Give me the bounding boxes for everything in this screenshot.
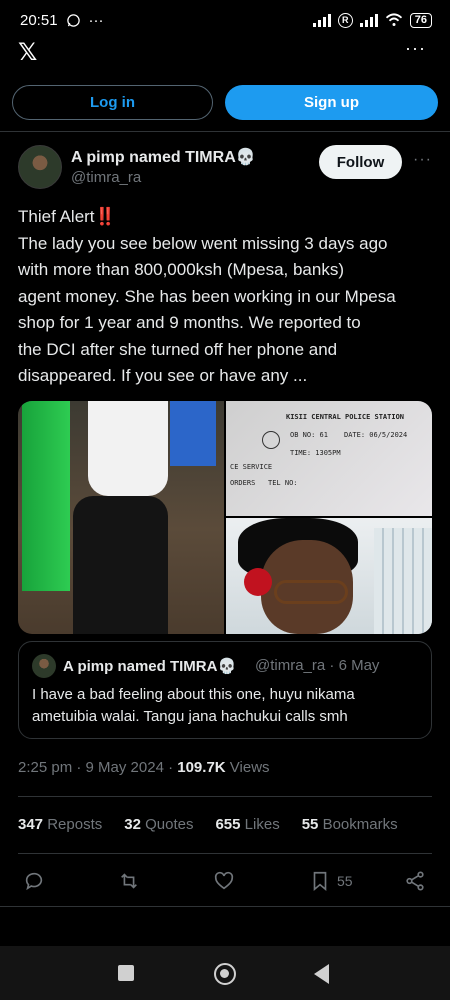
tweet-timestamp: 2:25 pm · 9 May 2024 · 109.7K Views xyxy=(18,759,270,776)
likes-stat[interactable]: 655 Likes xyxy=(215,816,279,833)
tweet-author: A pimp named TIMRA💀 @timra_ra Follow ··· xyxy=(18,145,432,191)
divider xyxy=(18,796,432,797)
doc-service: CE SERVICE xyxy=(230,463,273,471)
tweet-actions: 55 xyxy=(0,866,450,896)
tweet-media: KISII CENTRAL POLICE STATION OB NO: 61 D… xyxy=(18,401,432,634)
tweet-line: the DCI after she turned off her phone a… xyxy=(18,339,338,359)
system-nav-bar xyxy=(0,946,450,1000)
heart-icon xyxy=(214,871,234,890)
recent-apps-icon[interactable] xyxy=(118,965,134,981)
whatsapp-icon xyxy=(66,13,80,27)
top-bar: 𝕏 ··· xyxy=(0,38,450,66)
roaming-icon: R xyxy=(337,12,353,28)
login-button[interactable]: Log in xyxy=(12,85,213,120)
status-bar: 20:51 ··· R 76 xyxy=(0,0,450,40)
share-button[interactable] xyxy=(404,866,426,896)
back-icon[interactable] xyxy=(314,964,329,984)
tweet-line: disappeared. If you see or have any ... xyxy=(18,366,308,385)
quotes-stat[interactable]: 32 Quotes xyxy=(124,816,193,833)
author-handle[interactable]: @timra_ra xyxy=(71,169,141,186)
signal-icon xyxy=(312,13,331,27)
doc-time: TIME: 1305PM xyxy=(290,449,341,457)
more-options-icon[interactable]: ··· xyxy=(405,38,426,59)
divider xyxy=(18,853,432,854)
quoted-author-meta: @timra_ra · 6 May xyxy=(255,657,380,674)
quoted-author-name: A pimp named TIMRA💀 xyxy=(63,658,237,675)
doc-station: KISII CENTRAL POLICE STATION xyxy=(286,413,405,421)
wifi-icon xyxy=(385,13,402,26)
views-count: 109.7K xyxy=(177,759,226,776)
avatar xyxy=(32,654,56,678)
repost-icon xyxy=(121,873,137,889)
tweet-more-icon[interactable]: ··· xyxy=(413,151,432,169)
like-button[interactable] xyxy=(213,866,235,896)
tweet-line: shop for 1 year and 9 months. We reporte… xyxy=(18,313,361,332)
author-name[interactable]: A pimp named TIMRA💀 xyxy=(71,147,256,167)
doc-ob: OB NO: 61 xyxy=(290,431,328,439)
reposts-stat[interactable]: 347 Reposts xyxy=(18,816,102,833)
bookmark-button[interactable]: 55 xyxy=(309,866,353,896)
tweet-line: with more than 800,000ksh (Mpesa, banks) xyxy=(18,260,345,279)
tweet-text: Thief Alert‼️ The lady you see below wen… xyxy=(18,204,432,390)
x-logo-icon[interactable]: 𝕏 xyxy=(18,38,37,66)
divider xyxy=(0,906,450,907)
tweet-line: The lady you see below went missing 3 da… xyxy=(18,233,388,253)
avatar[interactable] xyxy=(18,145,62,189)
battery-icon: 76 xyxy=(409,12,432,28)
follow-button[interactable]: Follow xyxy=(319,145,402,179)
quoted-tweet-text: I have a bad feeling about this one, huy… xyxy=(32,686,355,725)
bookmark-icon xyxy=(313,871,327,892)
bookmarks-stat[interactable]: 55 Bookmarks xyxy=(302,816,398,833)
views-label: Views xyxy=(225,759,270,776)
quoted-tweet[interactable]: A pimp named TIMRA💀 @timra_ra · 6 May I … xyxy=(18,641,432,739)
auth-bar: Log in Sign up xyxy=(12,85,438,120)
doc-date: DATE: 06/5/2024 xyxy=(344,431,408,439)
time-date[interactable]: 2:25 pm · 9 May 2024 · xyxy=(18,759,177,776)
home-icon[interactable] xyxy=(214,963,236,985)
share-icon xyxy=(406,871,424,891)
status-overflow: ··· xyxy=(88,11,104,29)
tweet-line: agent money. She has been working in our… xyxy=(18,286,396,306)
signup-button[interactable]: Sign up xyxy=(225,85,438,120)
bookmark-count: 55 xyxy=(337,873,353,889)
media-photo-3[interactable] xyxy=(226,518,432,634)
tweet-stats: 347 Reposts 32 Quotes 655 Likes 55 Bookm… xyxy=(18,816,432,833)
reply-icon xyxy=(25,872,43,891)
media-photo-2[interactable]: KISII CENTRAL POLICE STATION OB NO: 61 D… xyxy=(226,401,432,516)
signal-icon-2 xyxy=(359,13,378,27)
doc-orders: ORDERS xyxy=(230,479,256,487)
reply-button[interactable] xyxy=(23,866,45,896)
media-photo-1[interactable] xyxy=(18,401,224,634)
tweet-line: Thief Alert‼️ xyxy=(18,207,116,226)
doc-tel: TEL NO: xyxy=(268,479,298,487)
divider xyxy=(0,131,450,132)
repost-button[interactable] xyxy=(118,866,140,896)
status-time: 20:51 xyxy=(20,11,58,29)
police-seal-icon xyxy=(262,431,280,449)
